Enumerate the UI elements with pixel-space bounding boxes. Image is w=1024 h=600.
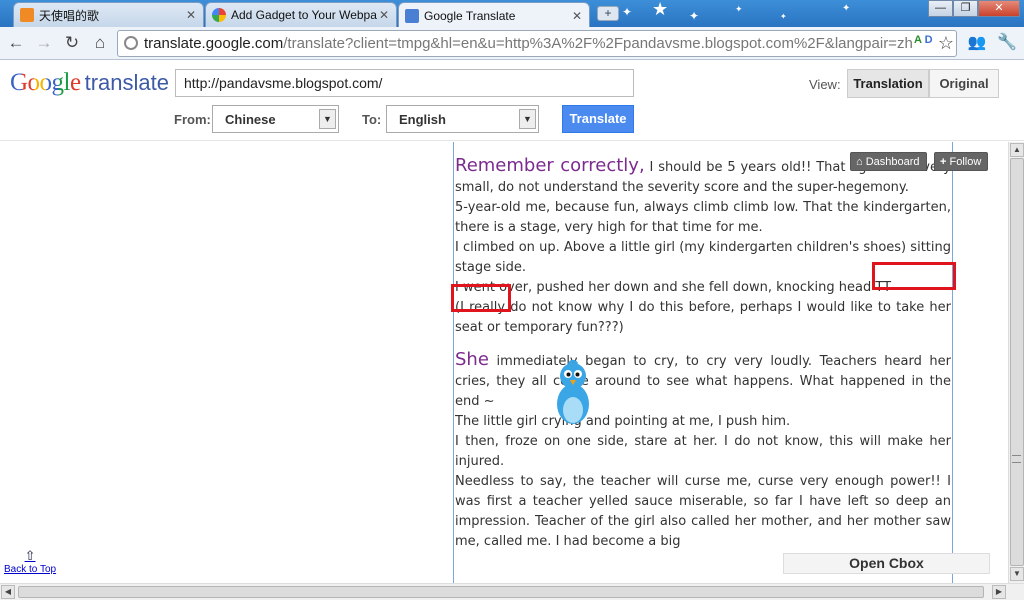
minimize-button[interactable]: — [928,0,953,17]
annotation-highlight-box [451,284,511,312]
horizontal-scrollbar[interactable]: ◀ ▶ [0,583,1024,600]
google-translate-logo: Google translate [10,69,169,97]
page-icon [124,36,138,50]
from-label: From: [174,112,211,127]
chevron-down-icon: ▼ [319,109,336,129]
logo-translate: translate [84,70,169,95]
translate-header: Google translate http://pandavsme.blogspo… [0,61,1024,141]
up-arrow-icon: ⇧ [24,548,36,563]
browser-toolbar: ← → ↻ ⌂ translate.google.com/translate?c… [0,27,1024,60]
browser-tab-strip: 天使唱的歌 ✕ Add Gadget to Your Webpa ✕ Googl… [0,0,1024,28]
follow-label: Follow [949,156,982,168]
translate-button[interactable]: Translate [562,105,634,133]
url-input[interactable]: http://pandavsme.blogspot.com/ [175,69,634,97]
star-decoration-icon: ✦ [842,3,851,14]
star-decoration-icon: ✦ [689,9,700,23]
translated-page: Remember correctly, I should be 5 years … [0,142,1008,583]
scroll-up-icon[interactable]: ▲ [1010,143,1024,157]
scroll-down-icon[interactable]: ▼ [1010,567,1024,581]
new-tab-button[interactable]: + [597,6,619,21]
tab-title: Add Gadget to Your Webpa [231,8,377,22]
blogger-icon [20,8,34,22]
people-icon[interactable]: 👥 [965,31,989,55]
twitter-bird-icon[interactable] [553,360,593,426]
view-label: View: [809,77,841,92]
wrench-icon[interactable]: 🔧 [995,31,1019,55]
close-icon[interactable]: ✕ [571,9,583,23]
close-icon[interactable]: ✕ [378,8,390,22]
url-path: /translate?client=tmpg&hl=en&u=http%3A%2… [283,35,913,52]
scroll-thumb[interactable] [1010,158,1024,566]
home-icon[interactable]: ⌂ [88,31,112,55]
open-cbox-button[interactable]: Open Cbox [783,553,990,574]
follow-button[interactable]: + Follow [934,152,989,171]
google-icon [212,8,226,22]
paragraph-heading: Remember correctly, [455,155,645,176]
translate-icon [405,8,419,23]
paragraph: The little girl crying and pointing at m… [455,414,791,429]
to-language-select[interactable]: English ▼ [386,105,539,133]
address-bar[interactable]: translate.google.com/translate?client=tm… [117,30,957,57]
tab-title: Google Translate [424,8,516,23]
browser-tab-3[interactable]: Google Translate ✕ [398,2,590,28]
logo-google: Google [10,69,81,96]
browser-tab-2[interactable]: Add Gadget to Your Webpa ✕ [205,2,397,27]
home-icon: ⌂ [856,156,863,168]
dashboard-button[interactable]: ⌂ Dashboard [850,152,927,171]
dashboard-label: Dashboard [865,156,920,168]
forward-arrow-icon[interactable]: → [32,31,56,55]
close-icon[interactable]: ✕ [185,8,197,22]
scroll-right-icon[interactable]: ▶ [992,585,1006,599]
plus-icon: + [940,156,947,168]
star-decoration-icon: ✦ [735,4,743,14]
blog-post-text: Remember correctly, I should be 5 years … [455,156,951,552]
paragraph-text: immediately began to cry, to cry very lo… [455,354,951,409]
scroll-thumb[interactable] [18,586,984,598]
scroll-left-icon[interactable]: ◀ [1,585,15,599]
vertical-scrollbar[interactable]: ▲ ▼ [1008,142,1024,583]
paragraph: I then, froze on one side, stare at her.… [455,434,951,469]
paragraph: (I really do not know why I do this befo… [455,300,951,335]
from-language-value: Chinese [225,112,276,127]
star-decoration-icon: ✦ [780,12,787,21]
grip-icon [1012,455,1021,463]
annotation-highlight-box [872,262,956,290]
to-label: To: [362,112,382,127]
star-decoration-icon: ✦ [622,5,633,19]
back-to-top-label: Back to Top [4,564,57,575]
paragraph-heading: She [455,349,489,370]
restore-button[interactable]: ❐ [953,0,978,17]
bookmark-star-icon[interactable]: ☆ [934,31,958,55]
browser-tab-1[interactable]: 天使唱的歌 ✕ [13,2,204,27]
to-language-value: English [399,112,446,127]
back-to-top-link[interactable]: ⇧ Back to Top [4,548,56,575]
view-translation-button[interactable]: Translation [847,69,929,98]
paragraph: Needless to say, the teacher will curse … [455,474,951,549]
translate-extension-icon[interactable]: A D [914,34,936,52]
from-language-select[interactable]: Chinese ▼ [212,105,339,133]
paragraph: She immediately began to cry, to cry ver… [455,350,951,412]
url-host: translate.google.com [144,35,284,52]
reload-icon[interactable]: ↻ [60,31,84,55]
chevron-down-icon: ▼ [519,109,536,129]
back-arrow-icon[interactable]: ← [4,31,28,55]
paragraph: 5-year-old me, because fun, always climb… [455,200,951,235]
view-original-button[interactable]: Original [929,69,999,98]
star-decoration-icon: ★ [652,0,669,19]
close-window-button[interactable]: ✕ [978,0,1020,17]
tab-title: 天使唱的歌 [39,8,100,23]
